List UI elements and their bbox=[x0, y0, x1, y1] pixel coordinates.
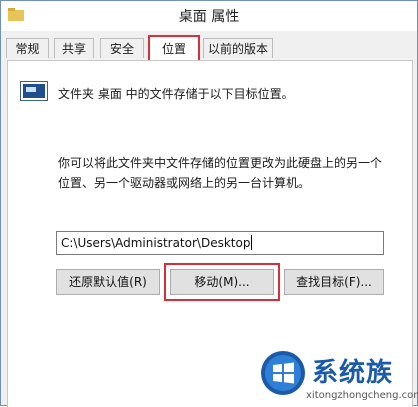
tab-sharing[interactable]: 共享 bbox=[54, 38, 94, 58]
restore-default-button[interactable]: 还原默认值(R) bbox=[56, 269, 160, 295]
location-description: 文件夹 桌面 中的文件存储于以下目标位置。 bbox=[58, 87, 294, 101]
find-target-button[interactable]: 查找目标(F)... bbox=[284, 269, 384, 295]
watermark: 系统族 xitongzhongcheng.com bbox=[256, 348, 418, 406]
move-button-highlight bbox=[164, 263, 280, 301]
title-bar[interactable]: 桌面 属性 bbox=[1, 1, 417, 31]
path-input-value: C:\Users\Administrator\Desktop bbox=[61, 236, 251, 250]
windows-logo-icon bbox=[261, 351, 305, 395]
tab-location[interactable]: 位置 bbox=[148, 35, 200, 60]
text-cursor bbox=[251, 235, 253, 250]
watermark-url: xitongzhongcheng.com bbox=[306, 390, 418, 401]
path-input[interactable]: C:\Users\Administrator\Desktop bbox=[56, 231, 384, 255]
properties-window: 桌面 属性 bbox=[0, 0, 418, 407]
window-title: 桌面 属性 bbox=[178, 9, 240, 25]
desktop-folder-icon bbox=[20, 81, 48, 101]
tab-previous-versions[interactable]: 以前的版本 bbox=[203, 38, 273, 58]
tab-general[interactable]: 常规 bbox=[6, 38, 49, 58]
tab-security[interactable]: 安全 bbox=[100, 38, 144, 58]
location-help-text: 你可以将此文件夹中文件存储的位置更改为此硬盘上的另一个位置、另一个驱动器或网络上… bbox=[58, 156, 383, 190]
watermark-brand: 系统族 bbox=[312, 358, 394, 388]
